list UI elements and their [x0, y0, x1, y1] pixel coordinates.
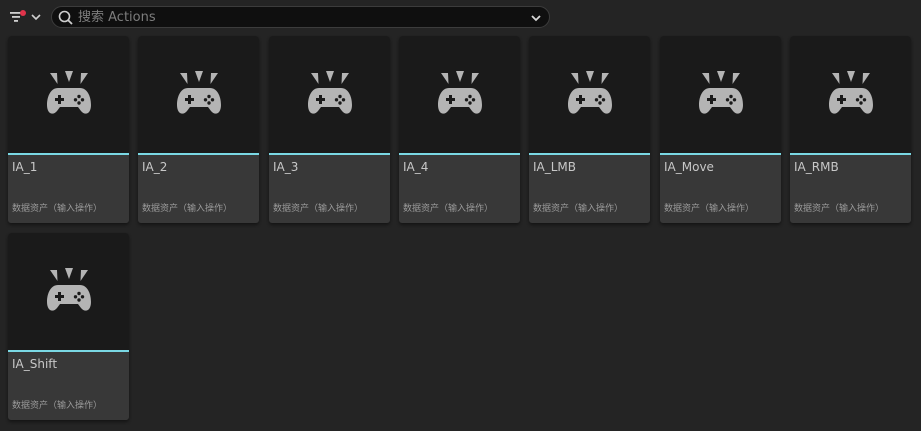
gamepad-icon	[568, 71, 612, 114]
asset-thumbnail	[529, 36, 650, 153]
asset-type-label: 数据资产（输入操作）	[403, 204, 494, 214]
asset-name: IA_Shift	[12, 357, 58, 371]
asset-thumbnail	[399, 36, 520, 153]
asset-type-color-bar	[8, 153, 129, 155]
filter-button[interactable]	[8, 7, 44, 27]
search-input[interactable]	[78, 7, 518, 27]
asset-type-label: 数据资产（输入操作）	[794, 204, 885, 214]
asset-tile[interactable]: IA_3 数据资产（输入操作）	[269, 36, 390, 223]
asset-thumbnail	[8, 36, 129, 153]
search-box[interactable]	[51, 6, 550, 28]
asset-tile[interactable]: IA_1 数据资产（输入操作）	[8, 36, 129, 223]
asset-type-color-bar	[660, 153, 781, 155]
asset-type-label: 数据资产（输入操作）	[664, 204, 755, 214]
asset-name: IA_RMB	[794, 160, 839, 174]
asset-thumbnail	[790, 36, 911, 153]
asset-name: IA_LMB	[533, 160, 577, 174]
asset-name: IA_3	[273, 160, 299, 174]
asset-type-color-bar	[138, 153, 259, 155]
gamepad-icon	[308, 71, 352, 114]
gamepad-icon	[177, 71, 221, 114]
asset-tile[interactable]: IA_2 数据资产（输入操作）	[138, 36, 259, 223]
asset-name: IA_1	[12, 160, 38, 174]
asset-type-color-bar	[269, 153, 390, 155]
asset-tile[interactable]: IA_Shift 数据资产（输入操作）	[8, 233, 129, 420]
filter-icon	[8, 8, 26, 26]
asset-tile[interactable]: IA_LMB 数据资产（输入操作）	[529, 36, 650, 223]
asset-type-color-bar	[399, 153, 520, 155]
asset-type-label: 数据资产（输入操作）	[12, 204, 103, 214]
asset-tile[interactable]: IA_Move 数据资产（输入操作）	[660, 36, 781, 223]
asset-name: IA_4	[403, 160, 429, 174]
gamepad-icon	[47, 268, 91, 311]
asset-thumbnail	[138, 36, 259, 153]
gamepad-icon	[47, 71, 91, 114]
asset-tile[interactable]: IA_RMB 数据资产（输入操作）	[790, 36, 911, 223]
asset-name: IA_Move	[664, 160, 714, 174]
asset-thumbnail	[269, 36, 390, 153]
search-icon	[58, 10, 73, 25]
asset-name: IA_2	[142, 160, 168, 174]
asset-type-label: 数据资产（输入操作）	[533, 204, 624, 214]
asset-type-color-bar	[529, 153, 650, 155]
asset-type-label: 数据资产（输入操作）	[12, 401, 103, 411]
asset-thumbnail	[8, 233, 129, 350]
asset-type-label: 数据资产（输入操作）	[273, 204, 364, 214]
asset-thumbnail	[660, 36, 781, 153]
gamepad-icon	[438, 71, 482, 114]
filter-active-dot	[20, 10, 26, 16]
asset-type-color-bar	[8, 350, 129, 352]
asset-tile[interactable]: IA_4 数据资产（输入操作）	[399, 36, 520, 223]
search-dropdown-chevron-icon[interactable]	[530, 12, 542, 24]
asset-type-color-bar	[790, 153, 911, 155]
asset-type-label: 数据资产（输入操作）	[142, 204, 233, 214]
gamepad-icon	[699, 71, 743, 114]
gamepad-icon	[829, 71, 873, 114]
chevron-down-icon	[31, 14, 41, 21]
content-toolbar	[0, 0, 921, 34]
